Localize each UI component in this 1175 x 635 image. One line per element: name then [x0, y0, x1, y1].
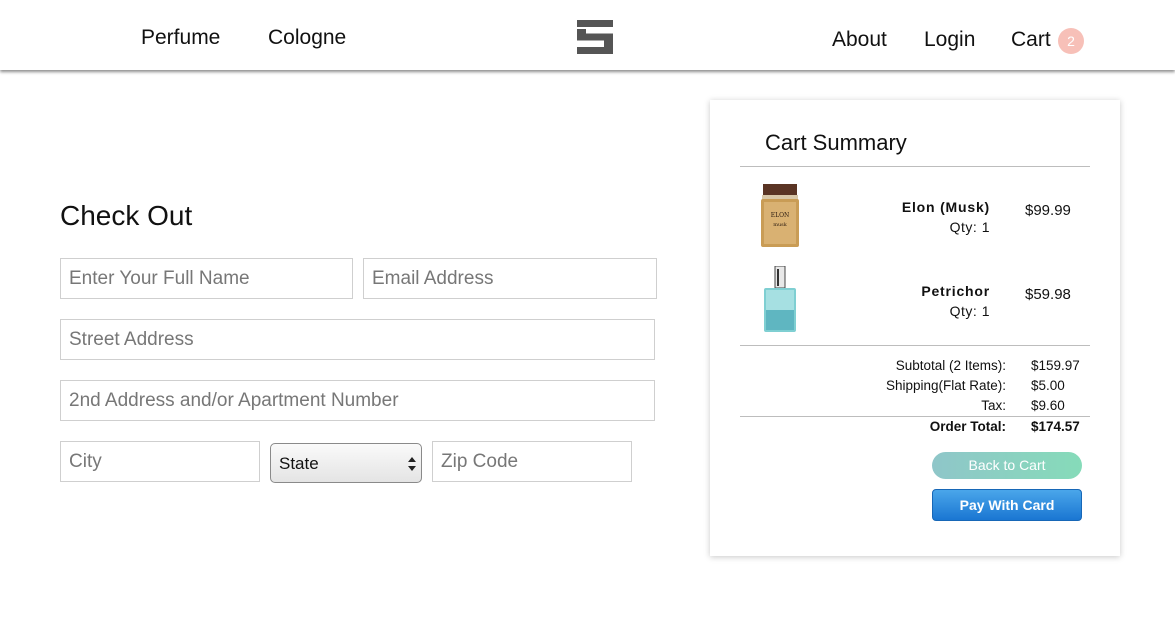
svg-text:musk: musk: [773, 222, 788, 228]
divider: [740, 345, 1090, 346]
svg-text:ELON: ELON: [771, 212, 790, 219]
nav-about[interactable]: About: [832, 28, 887, 52]
nav-login[interactable]: Login: [924, 28, 975, 52]
full-name-input[interactable]: [60, 258, 353, 299]
nav-perfume[interactable]: Perfume: [141, 26, 220, 50]
back-to-cart-button[interactable]: Back to Cart: [932, 452, 1082, 479]
address-line2-input[interactable]: [60, 380, 655, 421]
shipping-value: $5.00: [1031, 378, 1065, 393]
divider: [740, 416, 1090, 417]
state-select-value: State: [279, 454, 319, 473]
cart-count-badge[interactable]: 2: [1058, 28, 1084, 54]
tax-label: Tax:: [981, 398, 1006, 413]
order-total-label: Order Total:: [929, 419, 1006, 434]
shipping-label: Shipping(Flat Rate):: [885, 378, 1006, 393]
cart-item-qty: Qty: 1: [949, 219, 990, 235]
page-title: Check Out: [60, 200, 193, 231]
divider: [740, 166, 1090, 167]
stacked-bars-logo-icon[interactable]: [577, 20, 613, 54]
cart-item-qty: Qty: 1: [949, 303, 990, 319]
site-header: Perfume Cologne About Login Cart 2: [0, 0, 1175, 70]
subtotal-value: $159.97: [1031, 358, 1080, 373]
select-arrows-icon: [408, 457, 416, 471]
tax-value: $9.60: [1031, 398, 1065, 413]
nav-cologne[interactable]: Cologne: [268, 26, 346, 50]
cart-item-name: Petrichor: [921, 283, 990, 299]
cart-item-price: $99.99: [1025, 202, 1071, 219]
cart-summary-card: Cart Summary ELON musk Elon (Musk) Qty: …: [710, 100, 1120, 556]
amber-perfume-bottle-icon: ELON musk: [761, 184, 799, 247]
cart-item-price: $59.98: [1025, 286, 1071, 303]
nav-cart[interactable]: Cart: [1011, 28, 1051, 52]
zip-code-input[interactable]: [432, 441, 632, 482]
street-address-input[interactable]: [60, 319, 655, 360]
teal-perfume-bottle-icon: [764, 266, 796, 332]
pay-with-card-button[interactable]: Pay With Card: [932, 489, 1082, 521]
state-select[interactable]: State: [270, 443, 422, 483]
email-input[interactable]: [363, 258, 657, 299]
order-total-value: $174.57: [1031, 419, 1080, 434]
subtotal-label: Subtotal (2 Items):: [895, 358, 1006, 373]
cart-item-name: Elon (Musk): [901, 199, 990, 215]
city-input[interactable]: [60, 441, 260, 482]
cart-summary-title: Cart Summary: [765, 130, 907, 155]
